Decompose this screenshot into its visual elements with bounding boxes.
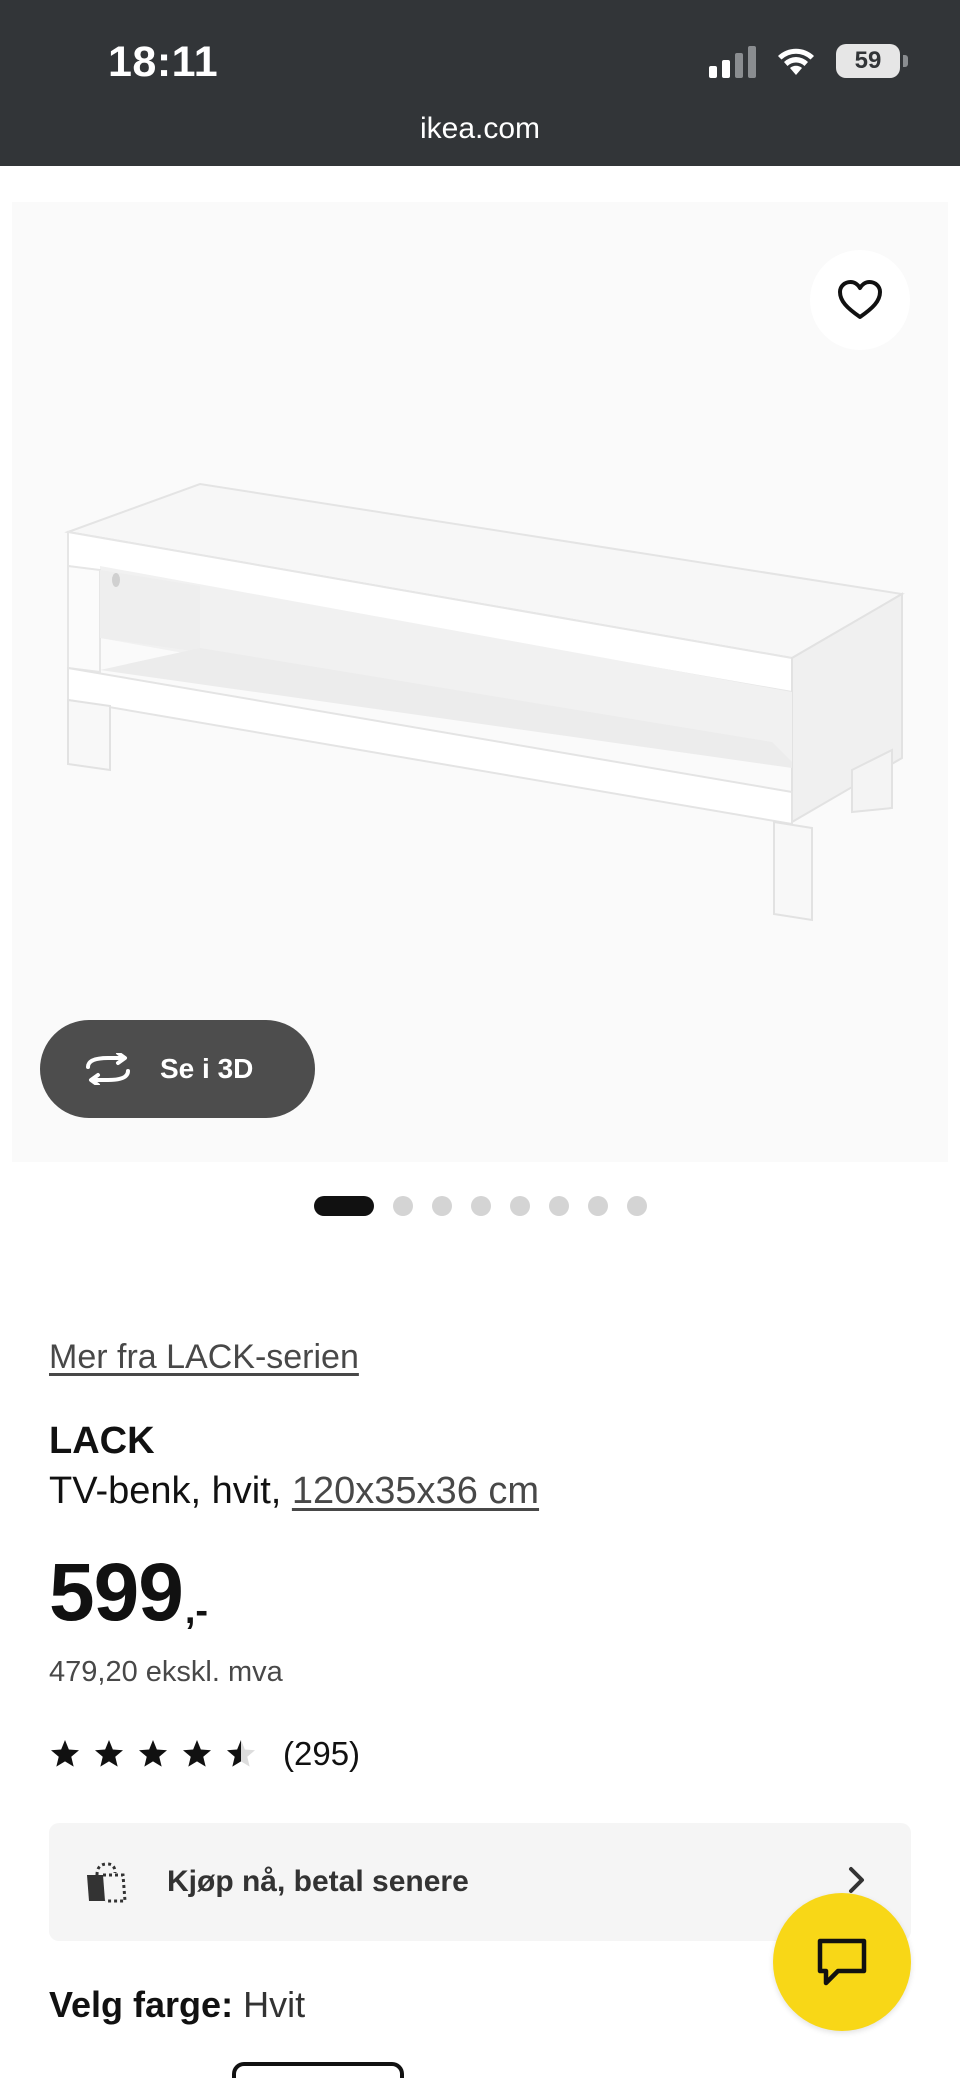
gallery-dot[interactable] [587,1196,608,1216]
wifi-icon [778,48,814,75]
star-full-icon [183,1740,211,1767]
star-full-icon [51,1740,79,1767]
color-swatch-selected[interactable] [232,2062,404,2078]
status-time: 18:11 [108,38,219,86]
product-description: TV-benk, hvit, 120x35x36 cm [49,1470,539,1513]
product-image[interactable] [12,202,948,1162]
gallery-dot[interactable] [626,1196,647,1216]
dimensions-link[interactable]: 120x35x36 cm [292,1470,539,1512]
price: 599 ,- [49,1552,208,1634]
gallery-dot[interactable] [431,1196,452,1216]
gallery-dot[interactable] [392,1196,413,1216]
status-and-url-bar: 18:11 59 ikea.com [0,0,960,166]
price-integer: 599 [49,1547,184,1638]
gallery-dot[interactable] [548,1196,569,1216]
gallery-dot-active[interactable] [313,1196,374,1216]
color-label: Velg farge: [49,1984,234,2025]
buy-now-pay-later-banner[interactable]: Kjøp nå, betal senere [49,1823,911,1941]
cellular-signal-icon [709,44,756,78]
url-bar[interactable]: ikea.com [0,112,960,146]
product-name: LACK [49,1420,155,1462]
chevron-right-icon [849,1867,864,1893]
shopping-bag-icon [87,1862,127,1903]
rating-stars [49,1738,257,1770]
battery-icon: 59 [836,44,908,78]
rotate-3d-icon [86,1053,130,1085]
gallery-dot[interactable] [509,1196,530,1216]
view-in-3d-label: Se i 3D [160,1053,254,1084]
product-type-text: TV-benk, hvit, [49,1470,292,1512]
gallery-dot[interactable] [470,1196,491,1216]
heart-icon [838,280,882,319]
battery-level: 59 [854,47,882,74]
chat-bubble-icon [817,1938,867,1986]
view-in-3d-button[interactable]: Se i 3D [40,1020,315,1118]
series-link[interactable]: Mer fra LACK-serien [49,1338,359,1377]
price-excl-vat: 479,20 ekskl. mva [49,1656,283,1688]
tv-bench-illustration [64,482,905,922]
gallery-pagination[interactable] [0,1196,960,1216]
rating-count[interactable]: (295) [283,1735,360,1773]
bnpl-label: Kjøp nå, betal senere [167,1865,469,1898]
star-full-icon [139,1740,167,1767]
star-full-icon [95,1740,123,1767]
product-gallery[interactable] [0,166,960,1166]
chat-button[interactable] [773,1893,911,2031]
price-suffix: ,- [184,1590,209,1632]
star-half-icon [227,1740,255,1767]
favorite-button[interactable] [810,250,910,350]
color-value: Hvit [243,1984,306,2025]
rating[interactable]: (295) [49,1735,360,1773]
status-icons: 59 [709,44,908,78]
color-selector-label: Velg farge: Hvit [49,1984,305,2026]
